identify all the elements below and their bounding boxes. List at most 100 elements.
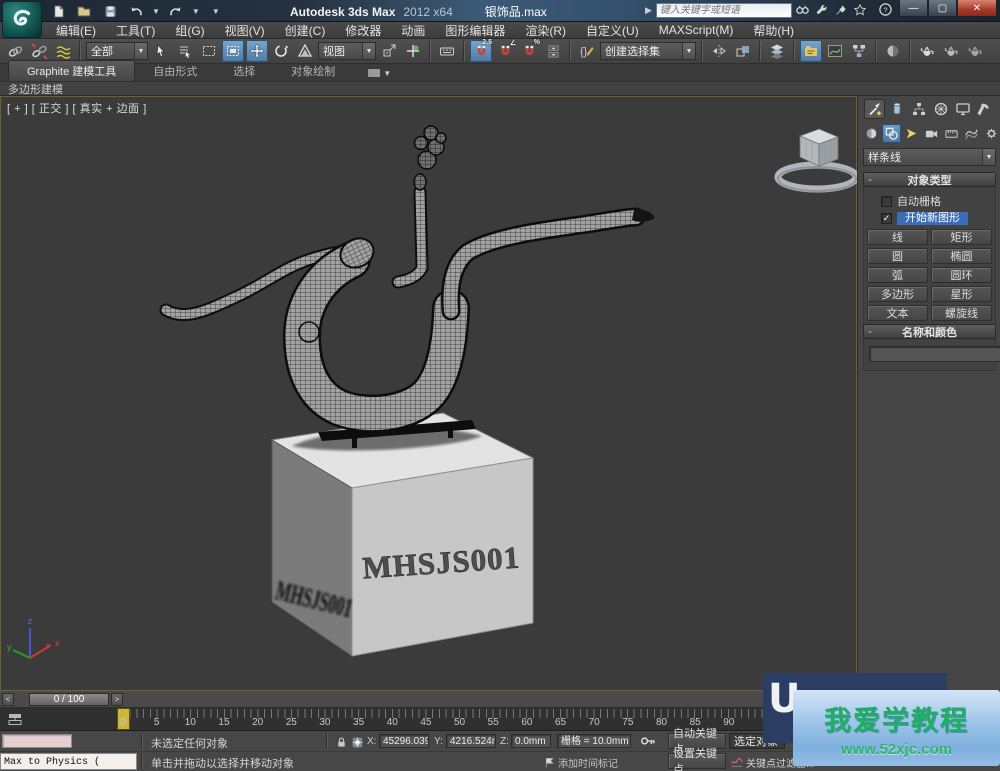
curve-editor-button[interactable] (824, 40, 846, 62)
tab-modify[interactable] (886, 99, 907, 119)
new-file-button[interactable] (48, 2, 68, 20)
application-menu-button[interactable] (2, 1, 42, 38)
macro-recorder-field[interactable] (2, 734, 72, 748)
percent-snap-toggle[interactable]: % (518, 40, 540, 62)
select-and-scale-button[interactable] (294, 40, 316, 62)
material-editor-button[interactable] (882, 40, 904, 62)
previous-frame-button[interactable]: < (2, 693, 14, 706)
ribbon-tab-graphite[interactable]: Graphite 建模工具 (8, 60, 135, 81)
reference-coordinate-dropdown[interactable]: 视图 ▼ (318, 42, 376, 60)
open-file-button[interactable] (74, 2, 94, 20)
communication-center-icon[interactable] (834, 3, 848, 17)
search-input[interactable] (656, 3, 792, 18)
bind-to-space-warp-button[interactable] (52, 40, 74, 62)
menu-create[interactable]: 创建(C) (275, 22, 336, 39)
select-and-move-button[interactable] (246, 40, 268, 62)
pedestal-cube[interactable]: ​ MHSJS001 MHSJS001 (272, 413, 533, 656)
subtab-space-warps[interactable] (962, 124, 981, 143)
object-name-input[interactable] (869, 346, 1000, 362)
y-coordinate-field[interactable]: 4216.524m (446, 734, 496, 748)
help-icon[interactable] (878, 2, 893, 17)
shape-button-rectangle[interactable]: 矩形 (931, 229, 992, 245)
favorites-star-icon[interactable] (853, 3, 867, 17)
tab-motion[interactable] (930, 99, 951, 119)
use-pivot-center-button[interactable] (378, 40, 400, 62)
time-configuration-key[interactable] (640, 733, 656, 749)
schematic-view-button[interactable] (848, 40, 870, 62)
keyboard-shortcut-override-toggle[interactable] (436, 40, 458, 62)
next-frame-button[interactable]: > (111, 693, 123, 706)
shape-button-circle[interactable]: 圆 (867, 248, 928, 264)
undo-button[interactable] (126, 2, 146, 20)
select-object-button[interactable] (150, 40, 172, 62)
open-mini-curve-editor-button[interactable] (4, 710, 26, 728)
qat-customize-caret[interactable]: ▼ (212, 7, 220, 16)
select-and-link-button[interactable] (4, 40, 26, 62)
selection-lock-toggle[interactable] (333, 734, 349, 750)
angle-snap-toggle[interactable]: ∠ (494, 40, 516, 62)
subtab-geomet ry[interactable] (862, 124, 881, 143)
tab-hierarchy[interactable] (908, 99, 929, 119)
viewport-label[interactable]: [ + ] [ 正交 ] [ 真实 + 边面 ] (7, 100, 147, 116)
key-filters-curve-toggle[interactable] (729, 754, 745, 770)
object-type-rollout-header[interactable]: - 对象类型 (863, 172, 996, 187)
view-cube-compass-ring[interactable] (778, 165, 856, 189)
selection-region-button[interactable] (198, 40, 220, 62)
menu-rendering[interactable]: 渲染(R) (515, 22, 576, 39)
set-key-button[interactable]: 设置关键点 (668, 753, 726, 769)
ribbon-tab-object-paint[interactable]: 对象绘制 (273, 61, 353, 81)
time-slider-handle[interactable]: 0 / 100 (29, 693, 109, 706)
name-color-rollout-header[interactable]: - 名称和颜色 (863, 324, 996, 339)
graphite-ribbon-toggle[interactable] (800, 40, 822, 62)
menu-modifiers[interactable]: 修改器 (335, 22, 391, 39)
add-time-tag-text[interactable]: 添加时间标记 (558, 755, 618, 770)
subtab-shapes[interactable] (882, 124, 901, 143)
maximize-button[interactable]: ▢ (928, 0, 957, 17)
selection-filter-dropdown[interactable]: 全部 ▼ (86, 42, 148, 60)
align-button[interactable] (732, 40, 754, 62)
autogrid-checkbox[interactable] (881, 196, 892, 207)
tab-display[interactable] (952, 99, 973, 119)
shape-button-arc[interactable]: 弧 (867, 267, 928, 283)
undo-dropdown-caret[interactable]: ▼ (152, 7, 160, 16)
ribbon-tab-freeform[interactable]: 自由形式 (135, 61, 215, 81)
z-coordinate-field[interactable]: 0.0mm (511, 734, 551, 748)
select-and-rotate-button[interactable] (270, 40, 292, 62)
save-file-button[interactable] (100, 2, 120, 20)
tab-utilities[interactable] (974, 99, 995, 119)
layer-manager-button[interactable] (766, 40, 788, 62)
menu-views[interactable]: 视图(V) (215, 22, 275, 39)
tab-create[interactable] (864, 99, 885, 119)
shape-button-line[interactable]: 线 (867, 229, 928, 245)
start-new-shape-checkbox[interactable]: ✓ (881, 213, 892, 224)
subtab-lights[interactable] (902, 124, 921, 143)
start-new-shape-button[interactable]: 开始新图形 (897, 212, 968, 225)
track-bar[interactable]: 0510 152025 303540 455055 606570 758085 … (0, 708, 857, 731)
named-selection-sets-dropdown[interactable]: 创建选择集 ▼ (600, 42, 696, 60)
dropdown-caret-icon[interactable]: ▼ (362, 43, 375, 59)
menu-maxscript[interactable]: MAXScript(M) (649, 23, 744, 37)
menu-graph-editors[interactable]: 图形编辑器 (435, 22, 515, 39)
wireframe-sculpture[interactable] (166, 126, 655, 414)
spinner-snap-toggle[interactable] (542, 40, 564, 62)
subscription-wrench-icon[interactable] (815, 3, 829, 17)
redo-button[interactable] (166, 2, 186, 20)
shape-category-dropdown[interactable]: 样条线 ▼ (863, 148, 996, 166)
subtab-helpers[interactable] (942, 124, 961, 143)
collapse-icon[interactable]: - (864, 326, 876, 338)
viewport-canvas[interactable]: [ + ] [ 正交 ] [ 真实 + 边面 ] (0, 96, 857, 691)
search-expand-icon[interactable]: ▶ (645, 5, 652, 16)
menu-animation[interactable]: 动画 (391, 22, 435, 39)
ribbon-display-toggle[interactable]: ▼ (367, 67, 391, 79)
shape-button-donut[interactable]: 圆环 (931, 267, 992, 283)
select-and-manipulate-button[interactable] (402, 40, 424, 62)
edit-named-selection-sets-button[interactable] (576, 40, 598, 62)
dropdown-caret-icon[interactable]: ▼ (982, 149, 995, 165)
maxscript-mini-listener[interactable]: Max to Physics ( (0, 753, 137, 770)
render-production-button[interactable] (964, 40, 986, 62)
menu-edit[interactable]: 编辑(E) (46, 22, 106, 39)
subtab-systems[interactable] (982, 124, 1000, 143)
render-setup-button[interactable] (916, 40, 938, 62)
add-time-tag-flag[interactable] (541, 754, 557, 770)
time-slider-track[interactable]: < 0 / 100 > (0, 691, 857, 708)
